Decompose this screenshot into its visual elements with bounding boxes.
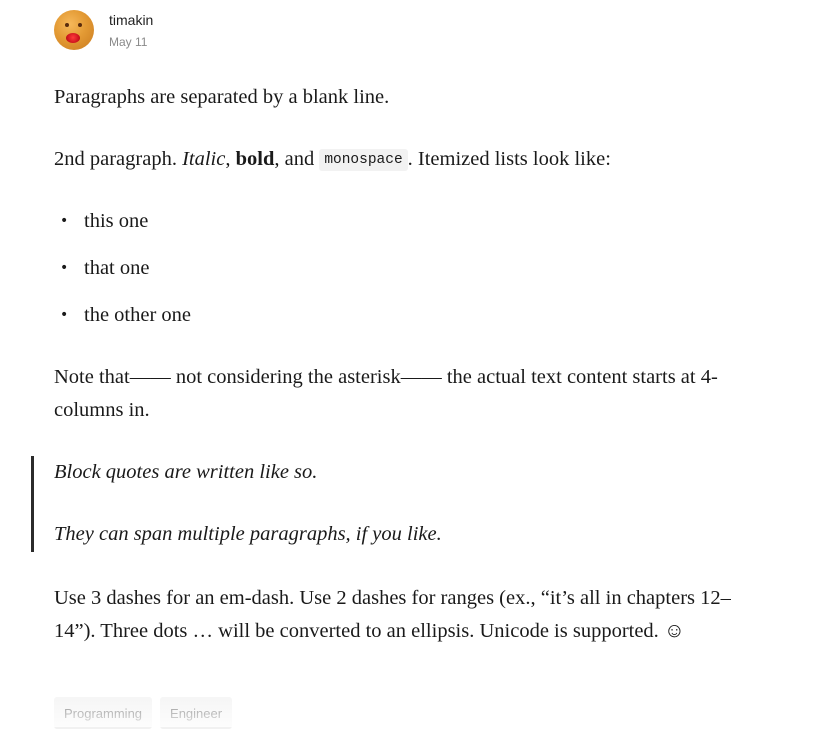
- list-item-text: that one: [84, 257, 150, 279]
- blockquote-bar: [31, 456, 34, 552]
- tag-engineer[interactable]: Engineer: [160, 697, 233, 729]
- p2-monospace: monospace: [319, 149, 408, 171]
- list-item-text: this one: [84, 210, 149, 232]
- p2-italic: Italic: [182, 148, 226, 170]
- avatar-mouth: [66, 33, 80, 43]
- bullet-icon: •: [60, 213, 69, 229]
- post-date: May 11: [109, 35, 148, 49]
- avatar-eye-left: [65, 23, 69, 27]
- bullet-icon: •: [60, 260, 69, 276]
- tag-programming[interactable]: Programming: [54, 697, 153, 729]
- blockquote-paragraph-2: They can span multiple paragraphs, if yo…: [54, 523, 442, 545]
- paragraph-2: 2nd paragraph. Italic, bold, and monospa…: [54, 143, 764, 177]
- paragraph-1: Paragraphs are separated by a blank line…: [54, 86, 390, 108]
- avatar[interactable]: [54, 10, 94, 50]
- avatar-eye-right: [78, 23, 82, 27]
- p2-text-c: , and: [274, 148, 320, 170]
- p2-text-a: 2nd paragraph.: [54, 148, 183, 170]
- tag-list: Programming Engineer: [54, 697, 233, 729]
- blockquote-paragraph-1: Block quotes are written like so.: [54, 461, 318, 483]
- paragraph-4: Use 3 dashes for an em-dash. Use 2 dashe…: [54, 587, 731, 642]
- author-name[interactable]: timakin: [109, 12, 153, 28]
- list-item-text: the other one: [84, 304, 192, 326]
- paragraph-3: Note that—— not considering the asterisk…: [54, 366, 718, 421]
- p2-text-b: ,: [225, 148, 236, 170]
- p2-text-d: . Itemized lists look like:: [407, 148, 611, 170]
- bullet-icon: •: [60, 307, 69, 323]
- p2-bold: bold: [235, 148, 275, 170]
